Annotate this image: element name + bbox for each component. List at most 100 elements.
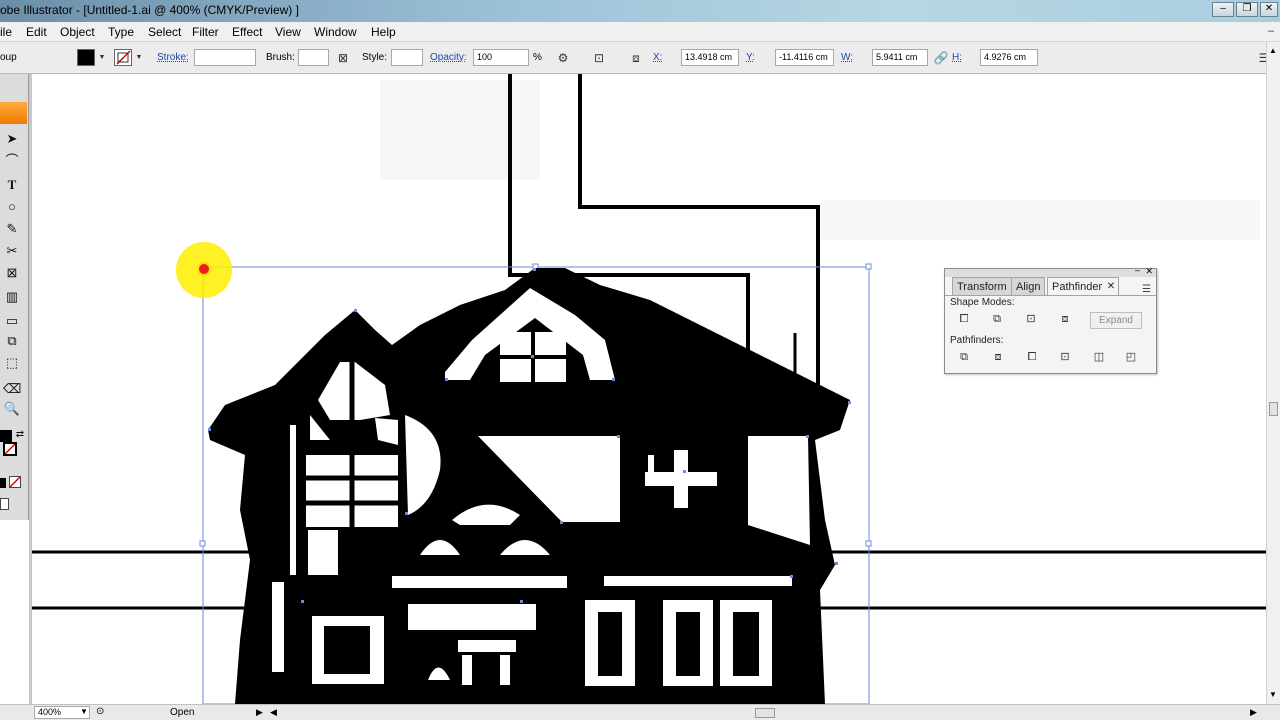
y-label[interactable]: Y:	[746, 52, 755, 63]
brush-field[interactable]	[298, 49, 329, 66]
unite-icon[interactable]: ⧠	[955, 310, 973, 328]
color-mode-icon[interactable]	[0, 478, 6, 488]
status-open-label: Open	[170, 707, 195, 718]
panel-minimize-icon[interactable]: ‒	[1135, 265, 1140, 275]
minimize-button[interactable]: ‒	[1212, 2, 1234, 17]
scroll-up-icon[interactable]: ▲	[1269, 46, 1277, 55]
expand-button[interactable]: Expand	[1090, 312, 1142, 329]
stroke-color-icon[interactable]	[3, 442, 17, 456]
scissors-tool-icon[interactable]: ✂	[3, 242, 21, 260]
h-field[interactable]: 4.9276 cm	[980, 49, 1038, 66]
stroke-dropdown-icon[interactable]: ▼	[134, 49, 144, 66]
recolor-icon[interactable]: ⚙	[555, 50, 571, 66]
screen-mode-icon[interactable]	[0, 498, 9, 510]
x-label[interactable]: X:	[653, 52, 662, 63]
crop-icon[interactable]: ⊡	[1056, 348, 1074, 366]
menu-object[interactable]: Object	[60, 25, 95, 39]
transform-icon[interactable]: ⧈	[628, 50, 644, 66]
align-to-icon[interactable]: ⊡	[591, 50, 607, 66]
shape-modes-label: Shape Modes:	[950, 297, 1015, 308]
menu-bar: ile Edit Object Type Select Filter Effec…	[0, 22, 1280, 42]
w-label[interactable]: W:	[841, 52, 853, 63]
style-label: Style:	[362, 52, 388, 63]
no-stroke-icon	[116, 50, 131, 65]
status-menu-arrow-icon[interactable]: ▶	[256, 707, 263, 718]
menu-filter[interactable]: Filter	[192, 25, 219, 39]
swap-colors-icon[interactable]: ⇄	[11, 426, 29, 444]
scroll-down-icon[interactable]: ▼	[1269, 690, 1277, 699]
link-proportions-icon[interactable]: 🔗	[933, 50, 949, 66]
scroll-thumb[interactable]	[1269, 402, 1278, 416]
status-bar: 400% ▼ ⊙ Open ▶ ◀ ▶	[0, 704, 1280, 720]
w-field[interactable]: 5.9411 cm	[872, 49, 928, 66]
blend-tool-icon[interactable]: ⧉	[3, 332, 21, 350]
x-field[interactable]: 13.4918 cm	[681, 49, 739, 66]
restore-button[interactable]: ❐	[1236, 2, 1258, 17]
divide-icon[interactable]: ⧉	[955, 348, 973, 366]
artboard-canvas[interactable]	[32, 74, 1266, 704]
stroke-label[interactable]: Stroke:	[157, 52, 189, 63]
scroll-right-icon[interactable]: ▶	[1250, 707, 1257, 718]
mouse-cursor-icon	[197, 262, 211, 276]
artboard-nav-icon[interactable]: ⊙	[96, 706, 104, 717]
menu-type[interactable]: Type	[108, 25, 134, 39]
vertical-scrollbar[interactable]: ▲ ▼	[1266, 42, 1280, 704]
menu-edit[interactable]: Edit	[26, 25, 47, 39]
doc-minimize-button[interactable]: ‒	[1268, 25, 1274, 37]
menu-select[interactable]: Select	[148, 25, 181, 39]
percent-label: %	[533, 52, 542, 63]
stroke-swatch[interactable]	[114, 49, 132, 66]
minus-back-icon[interactable]: ◰	[1122, 348, 1140, 366]
fill-swatch[interactable]	[77, 49, 95, 66]
brush-label: Brush:	[266, 52, 295, 63]
lasso-tool-icon[interactable]: ⌒	[3, 152, 21, 170]
opacity-label[interactable]: Opacity:	[430, 52, 467, 63]
panel-close-icon[interactable]: ✕	[1145, 266, 1153, 277]
trim-icon[interactable]: ⧈	[989, 348, 1007, 366]
menu-help[interactable]: Help	[371, 25, 396, 39]
tab-pathfinder[interactable]: Pathfinder ✕	[1047, 277, 1120, 296]
intersect-icon[interactable]: ⊡	[1022, 310, 1040, 328]
tools-panel: ➤ ⌒ T ○ ✎ ✂ ⊠ ▥ ▭ ⧉ ⬚ ⌫ 🔍 ⇄	[0, 74, 29, 520]
tab-align[interactable]: Align	[1011, 277, 1046, 295]
zoom-tool-icon[interactable]: 🔍	[3, 400, 21, 418]
slice-tool-icon[interactable]: ⬚	[3, 354, 21, 372]
type-tool-icon[interactable]: T	[3, 176, 21, 194]
pathfinders-label: Pathfinders:	[950, 335, 1004, 346]
selection-tool-icon[interactable]: ➤	[3, 130, 21, 148]
y-field[interactable]: -11.4116 cm	[775, 49, 834, 66]
tab-close-icon[interactable]: ✕	[1107, 278, 1115, 296]
outline-icon[interactable]: ◫	[1090, 348, 1108, 366]
gradient-tool-icon[interactable]: ▭	[3, 312, 21, 330]
tools-panel-header[interactable]	[0, 102, 27, 124]
opacity-field[interactable]: 100	[473, 49, 529, 66]
fill-dropdown-icon[interactable]: ▼	[97, 49, 107, 66]
horizontal-scroll-thumb[interactable]	[755, 708, 775, 718]
free-transform-tool-icon[interactable]: ⊠	[3, 264, 21, 282]
pathfinder-panel: ‒ ✕ Transform Align Pathfinder ✕ ☰ Shape…	[944, 265, 1157, 374]
none-mode-icon[interactable]	[9, 476, 21, 488]
minus-front-icon[interactable]: ⧉	[988, 310, 1006, 328]
menu-view[interactable]: View	[275, 25, 301, 39]
zoom-dropdown-icon[interactable]: ▼	[80, 707, 88, 716]
ellipse-tool-icon[interactable]: ○	[3, 198, 21, 216]
brush-options-icon[interactable]: ⊠	[335, 50, 351, 66]
menu-effect[interactable]: Effect	[232, 25, 262, 39]
graph-tool-icon[interactable]: ▥	[3, 288, 21, 306]
pencil-tool-icon[interactable]: ✎	[3, 220, 21, 238]
merge-icon[interactable]: ⧠	[1023, 348, 1041, 366]
panel-title-strip[interactable]: ‒ ✕	[945, 265, 1156, 277]
eraser-tool-icon[interactable]: ⌫	[3, 380, 21, 398]
scroll-left-icon[interactable]: ◀	[270, 707, 277, 718]
menu-window[interactable]: Window	[314, 25, 357, 39]
menu-file[interactable]: ile	[0, 25, 12, 39]
tab-transform[interactable]: Transform	[952, 277, 1012, 295]
control-bar: oup ▼ ▼ Stroke: Brush: ⊠ Style: Opacity:…	[0, 42, 1280, 74]
stroke-weight-field[interactable]	[194, 49, 256, 66]
panel-menu-icon[interactable]: ☰	[1142, 284, 1151, 295]
close-button[interactable]: ✕	[1260, 2, 1278, 17]
exclude-icon[interactable]: ⧈	[1056, 310, 1074, 328]
h-label[interactable]: H:	[952, 52, 962, 63]
style-field[interactable]	[391, 49, 423, 66]
artwork[interactable]	[32, 74, 1266, 704]
